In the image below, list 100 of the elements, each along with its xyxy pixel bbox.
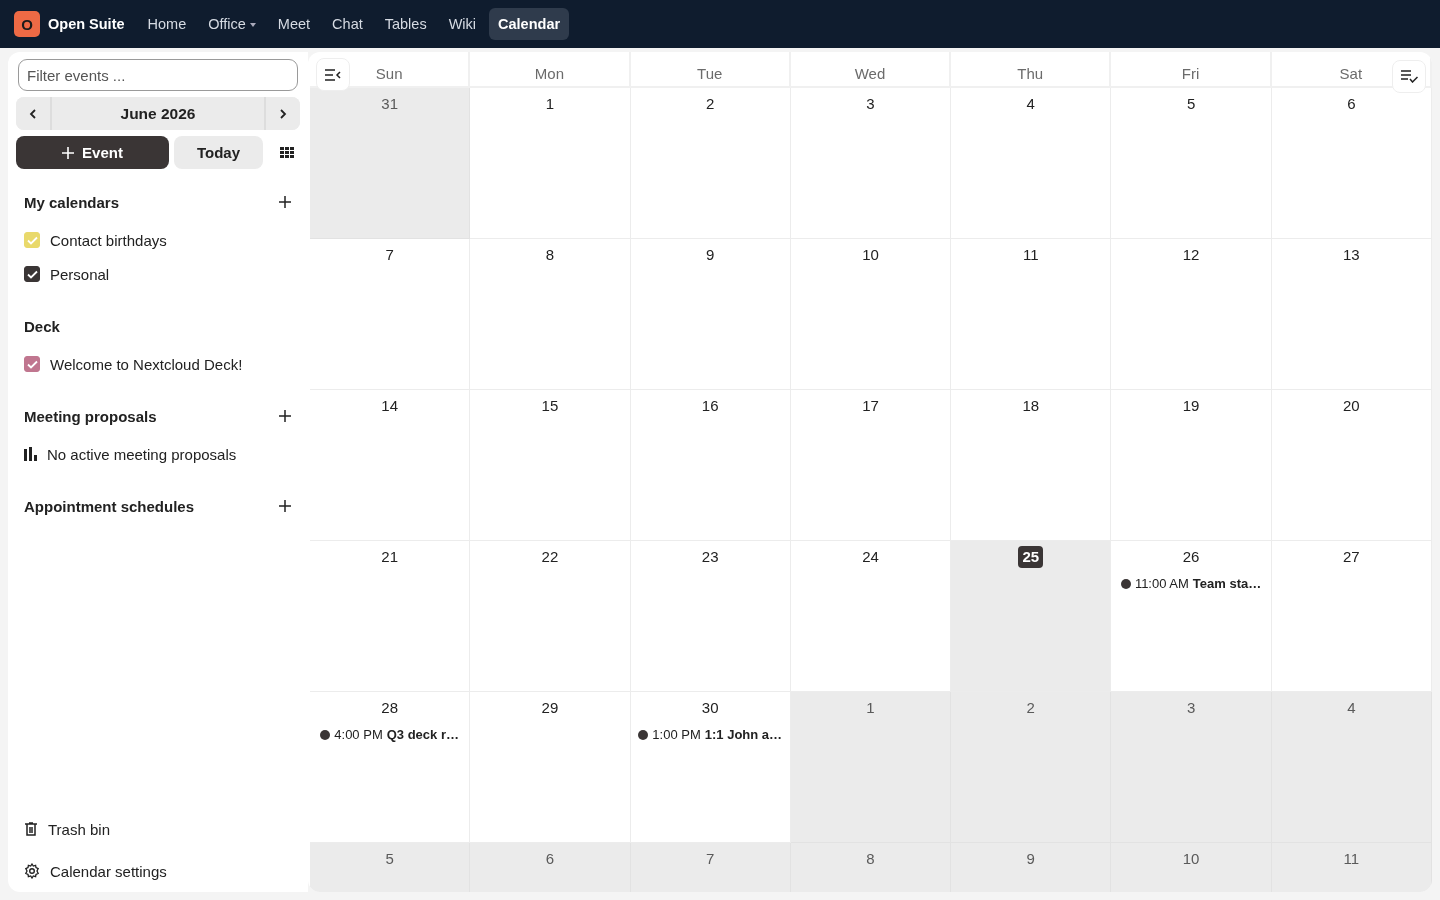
calendar-item[interactable]: Welcome to Nextcloud Deck!: [24, 353, 300, 375]
checkbox[interactable]: [24, 266, 40, 282]
day-cell[interactable]: 2: [951, 692, 1112, 843]
day-cell[interactable]: 9: [630, 239, 791, 390]
nav-link[interactable]: Office: [199, 8, 265, 40]
today-button[interactable]: Today: [174, 136, 263, 169]
day-cell[interactable]: 21: [310, 541, 471, 692]
day-number: 25: [1018, 546, 1044, 568]
day-number: 5: [384, 850, 395, 868]
day-number: 11: [1342, 850, 1361, 868]
day-number: 10: [1181, 850, 1201, 868]
day-cell[interactable]: 20: [1271, 390, 1432, 541]
day-number: 29: [540, 699, 560, 717]
day-cell[interactable]: 17: [790, 390, 952, 541]
day-number: 2: [705, 95, 716, 113]
day-cell[interactable]: 1: [470, 88, 631, 239]
app-logo[interactable]: O: [14, 11, 40, 37]
day-cell[interactable]: 3: [1111, 692, 1272, 843]
day-number: 26: [1181, 548, 1201, 566]
add-button[interactable]: [276, 193, 294, 211]
add-button[interactable]: [276, 497, 294, 515]
day-number: 2: [1025, 699, 1036, 717]
day-cell[interactable]: 2: [630, 88, 791, 239]
day-number: 8: [865, 850, 876, 868]
day-number: 28: [380, 699, 399, 717]
nav-link[interactable]: Chat: [323, 8, 372, 40]
new-event-button[interactable]: Event: [16, 136, 169, 169]
day-cell[interactable]: 11: [951, 239, 1112, 390]
weekday-header: Thu: [951, 52, 1112, 88]
calendar-item[interactable]: Personal: [24, 263, 300, 285]
day-cell[interactable]: 4: [951, 88, 1112, 239]
day-number: 10: [861, 246, 880, 264]
day-number: 22: [540, 548, 560, 566]
task-list-button[interactable]: [1392, 60, 1426, 93]
day-number: 13: [1342, 246, 1361, 264]
bar-chart-icon: [24, 447, 37, 461]
day-cell[interactable]: 1: [790, 692, 952, 843]
day-cell[interactable]: 22: [470, 541, 631, 692]
event-time: 4:00 PM: [334, 727, 383, 742]
gear-icon: [24, 863, 40, 879]
day-number: 19: [1181, 397, 1201, 415]
day-number: 31: [380, 95, 399, 113]
day-number: 12: [1181, 246, 1201, 264]
nav-link[interactable]: Tables: [375, 8, 436, 40]
plus-icon: [279, 196, 291, 208]
day-cell[interactable]: 12: [1111, 239, 1272, 390]
day-cell[interactable]: 7: [310, 239, 471, 390]
day-cell[interactable]: 3: [790, 88, 952, 239]
trash-link[interactable]: Trash bin: [24, 818, 300, 840]
day-cell[interactable]: 13: [1271, 239, 1432, 390]
nav-link[interactable]: Calendar: [489, 8, 570, 40]
calendar-item[interactable]: Contact birthdays: [24, 229, 300, 251]
day-cell[interactable]: 25: [951, 541, 1112, 692]
section-heading: Deck: [24, 317, 60, 335]
section-heading: My calendars: [24, 193, 120, 211]
day-number: 11: [1022, 246, 1040, 264]
day-number: 9: [705, 246, 716, 264]
day-cell[interactable]: 16: [630, 390, 791, 541]
nav-link[interactable]: Home: [138, 8, 196, 40]
day-cell[interactable]: 14: [310, 390, 471, 541]
checkbox[interactable]: [24, 356, 40, 372]
day-cell[interactable]: 8: [790, 843, 952, 892]
day-cell[interactable]: 4: [1271, 692, 1432, 843]
day-cell[interactable]: 31: [310, 88, 471, 239]
day-cell[interactable]: 9: [951, 843, 1112, 892]
day-cell[interactable]: 5: [310, 843, 471, 892]
weekday-header: Fri: [1111, 52, 1272, 88]
day-cell[interactable]: 5: [1111, 88, 1272, 239]
day-cell[interactable]: 19: [1111, 390, 1272, 541]
day-cell[interactable]: 6: [470, 843, 631, 892]
trash-icon: [24, 822, 38, 836]
grid-icon: [280, 147, 294, 158]
event-time: 1:00 PM: [652, 727, 701, 742]
day-cell[interactable]: 8: [470, 239, 631, 390]
event-title: Team sta…: [1192, 576, 1262, 591]
plus-icon: [62, 146, 75, 159]
nav-link[interactable]: Wiki: [439, 8, 486, 40]
collapse-icon: [325, 68, 341, 81]
event-item[interactable]: 1:00 PM 1:1 John a…: [638, 727, 783, 742]
add-button[interactable]: [276, 407, 294, 425]
event-item[interactable]: 4:00 PM Q3 deck r…: [320, 727, 459, 742]
weekday-header: Wed: [790, 52, 952, 88]
day-number: 15: [540, 397, 560, 415]
day-cell[interactable]: 23: [630, 541, 791, 692]
day-cell[interactable]: 10: [1111, 843, 1272, 892]
month-picker[interactable]: June 2026: [50, 97, 266, 130]
day-cell[interactable]: 7: [630, 843, 791, 892]
day-number: 6: [1346, 95, 1357, 113]
settings-link[interactable]: Calendar settings: [24, 860, 300, 882]
day-cell[interactable]: 15: [470, 390, 631, 541]
event-item[interactable]: 11:00 AM Team sta…: [1120, 576, 1262, 591]
day-number: 18: [1021, 397, 1041, 415]
day-number: 3: [865, 95, 876, 113]
day-number: 16: [700, 397, 720, 415]
plus-icon: [279, 500, 291, 512]
nav-link[interactable]: Meet: [268, 8, 320, 40]
day-cell[interactable]: 10: [790, 239, 952, 390]
filter-field[interactable]: Filter events ...: [18, 59, 298, 91]
day-cell[interactable]: 11: [1271, 843, 1432, 892]
sidebar-toggle-button[interactable]: [316, 58, 350, 91]
